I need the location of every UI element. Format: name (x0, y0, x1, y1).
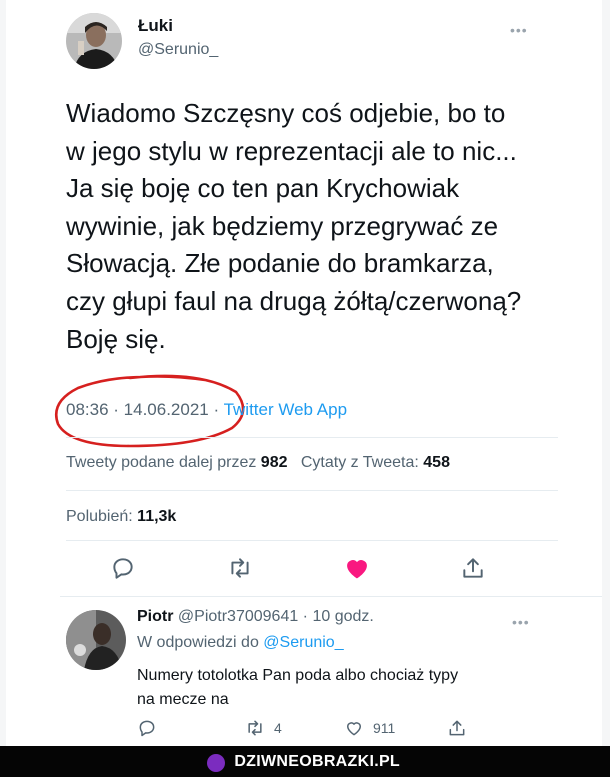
tweet-text-line: w jego stylu w reprezentacji ale to nic.… (66, 135, 517, 166)
reply-retweet-count: 4 (274, 720, 282, 736)
reply-icon (113, 558, 133, 579)
like-button[interactable] (337, 550, 377, 586)
likes-stats: Polubień: 11,3k (66, 508, 176, 526)
more-options-icon[interactable]: ••• (510, 22, 528, 38)
share-icon (449, 720, 465, 736)
reply-share-button[interactable] (447, 716, 467, 740)
quotes-label[interactable]: Cytaty z Tweeta: (301, 454, 419, 471)
tweet-source[interactable]: Twitter Web App (224, 400, 347, 419)
reply-author-handle[interactable]: @Piotr37009641 (178, 608, 298, 625)
tweet-card: Łuki @Serunio_ ••• Wiadomo Szczęsny coś … (0, 0, 610, 746)
reply-time-separator: · (298, 608, 313, 625)
tweet-time[interactable]: 08:36 (66, 400, 109, 419)
retweet-icon (231, 558, 249, 578)
reply-avatar[interactable] (66, 610, 126, 670)
reply-icon (139, 720, 155, 737)
tweet-text-line: Słowacją. Złe podanie do bramkarza, (66, 248, 494, 279)
divider (66, 490, 558, 491)
share-icon (463, 558, 483, 578)
reply-time[interactable]: 10 godz. (312, 608, 373, 625)
tweet-date[interactable]: 14.06.2021 (124, 400, 209, 419)
reply-retweet-button[interactable]: 4 (244, 716, 282, 740)
reply-reply-button[interactable] (137, 716, 157, 740)
divider (60, 596, 602, 597)
tweet-text-line: Wiadomo Szczęsny coś odjebie, bo to (66, 98, 506, 128)
divider (66, 540, 558, 541)
likes-label[interactable]: Polubień: (66, 508, 133, 525)
reply-like-button[interactable]: 911 (343, 716, 395, 740)
author-handle[interactable]: @Serunio_ (138, 41, 218, 59)
retweet-stats: Tweety podane dalej przez 982 Cytaty z T… (66, 454, 450, 472)
reply-author-name[interactable]: Piotr (137, 608, 173, 625)
tweet-meta: 08:36 · 14.06.2021 · Twitter Web App (66, 400, 347, 420)
meta-separator: · (108, 400, 124, 419)
reply-header: Piotr @Piotr37009641 · 10 godz. (137, 608, 374, 626)
divider (66, 437, 558, 438)
watermark-label[interactable]: DZIWNEOBRAZKI.PL (208, 751, 400, 773)
reply-text: Numery totolotka Pan poda albo chociaż t… (137, 664, 557, 712)
share-button[interactable] (453, 550, 493, 586)
reply-more-options-icon[interactable]: ••• (512, 614, 530, 630)
tweet-text-line: wywinie, jak będziemy przegrywać ze (66, 210, 499, 241)
likes-count[interactable]: 11,3k (137, 508, 176, 525)
tweet-text: Wiadomo Szczęsny coś odjebie, bo to w je… (66, 95, 566, 358)
reply-to: W odpowiedzi do @Serunio_ (137, 634, 344, 652)
reply-like-count: 911 (373, 720, 396, 736)
tweet-text-line: czy głupi faul na drugą żółtą/czerwoną? (66, 285, 522, 316)
retweets-count[interactable]: 982 (261, 454, 288, 471)
tweet-text-line: Boję się. (66, 323, 166, 354)
reply-to-prefix: W odpowiedzi do (137, 634, 259, 651)
reply-text-line: na mecze na (137, 691, 229, 708)
retweets-label[interactable]: Tweety podane dalej przez (66, 454, 256, 471)
heart-outline-icon (347, 722, 361, 736)
retweet-button[interactable] (220, 550, 260, 586)
reply-button[interactable] (103, 550, 143, 586)
quotes-count[interactable]: 458 (423, 454, 450, 471)
meta-separator: · (208, 400, 224, 419)
retweet-icon (248, 720, 262, 736)
author-avatar[interactable] (66, 13, 122, 69)
reply-text-line: Numery totolotka Pan poda albo chociaż t… (137, 667, 459, 684)
reply-to-mention[interactable]: @Serunio_ (263, 634, 343, 651)
author-name[interactable]: Łuki (138, 16, 173, 36)
tweet-text-line: Ja się boję co ten pan Krychowiak (66, 173, 460, 204)
heart-filled-icon (347, 560, 367, 579)
